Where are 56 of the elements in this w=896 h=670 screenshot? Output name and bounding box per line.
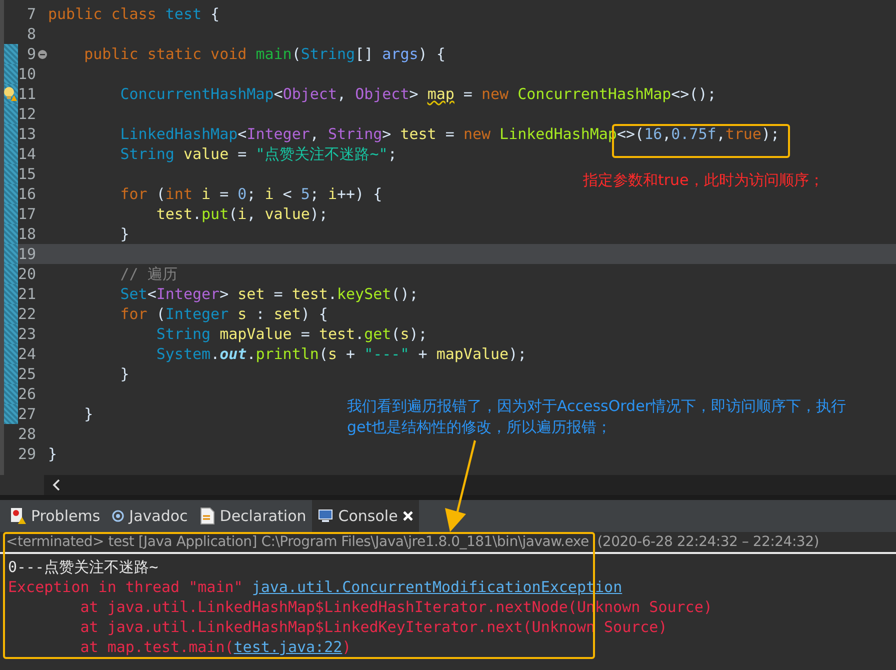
code-line: System.out.println(s + "---" + mapValue); bbox=[155, 346, 527, 362]
at-sign-icon bbox=[112, 510, 124, 522]
document-icon bbox=[200, 507, 215, 525]
line-number: 28 bbox=[18, 425, 36, 443]
code-line: String mapValue = test.get(s); bbox=[155, 326, 428, 342]
line-number: 23 bbox=[18, 325, 36, 343]
code-line: for (int i = 0; i < 5; i++) { bbox=[119, 186, 382, 202]
line-number: 19 bbox=[18, 245, 36, 263]
annotation-text: 指定参数和true，此时为访问顺序； bbox=[583, 171, 824, 190]
code-line: // 遍历 bbox=[119, 266, 178, 282]
line-number: 13 bbox=[18, 125, 36, 143]
problems-icon bbox=[10, 507, 26, 525]
panel-tab[interactable]: Javadoc bbox=[106, 500, 194, 532]
code-line: } bbox=[119, 366, 130, 382]
line-number: 22 bbox=[18, 305, 36, 323]
code-line: for (Integer s : set) { bbox=[119, 306, 328, 322]
line-number: 7 bbox=[26, 5, 36, 23]
line-number: 21 bbox=[18, 285, 36, 303]
line-number: 18 bbox=[18, 225, 36, 243]
panel-tab[interactable]: Console bbox=[312, 500, 419, 532]
console-line: at map.test.main(test.java:22) bbox=[79, 637, 352, 657]
close-icon[interactable] bbox=[402, 511, 413, 521]
line-number: 10 bbox=[18, 65, 36, 83]
annotation-text: 我们看到遍历报错了，因为对于AccessOrder情况下，即访问顺序下，执行get也是结构性的修改，所以遍历报错； bbox=[347, 396, 847, 438]
code-line: ConcurrentHashMap<Object, Object> map = new ConcurrentHashMap<>(); bbox=[119, 86, 716, 102]
line-number: 16 bbox=[18, 185, 36, 203]
line-number: 27 bbox=[18, 405, 36, 423]
line-number: 26 bbox=[18, 385, 36, 403]
line-number: 24 bbox=[18, 345, 36, 363]
line-number: 29 bbox=[18, 445, 36, 463]
line-number: 14 bbox=[18, 145, 36, 163]
line-number: 8 bbox=[26, 25, 36, 43]
scroll-left-icon[interactable] bbox=[52, 479, 60, 491]
panel-tab[interactable]: Declaration bbox=[194, 500, 312, 532]
code-line: } bbox=[48, 446, 58, 462]
console-line: 0---点赞关注不迷路~ bbox=[7, 557, 160, 577]
line-number: 9 bbox=[26, 45, 36, 63]
code-line: } bbox=[83, 406, 94, 422]
line-number: 20 bbox=[18, 265, 36, 283]
line-number: 11 bbox=[18, 85, 36, 103]
code-line: test.put(i, value); bbox=[155, 206, 328, 222]
code-line: public class test { bbox=[48, 6, 220, 22]
console-header: <terminated> test [Java Application] C:\Program Files\Java\jre1.8.0_181\bin\javaw.exe (2020-6-28 22:24:32 – 22:24:32) bbox=[0, 532, 896, 554]
line-number: 12 bbox=[18, 105, 36, 123]
code-line: public static void main(String[] args) { bbox=[83, 46, 446, 62]
collapse-icon[interactable] bbox=[38, 50, 46, 58]
line-number: 25 bbox=[18, 365, 36, 383]
console-line: at java.util.LinkedHashMap$LinkedKeyIterator.next(Unknown Source) bbox=[79, 617, 668, 637]
panel-tab[interactable]: Problems bbox=[4, 500, 106, 532]
code-line: } bbox=[119, 226, 130, 242]
code-line: Set<Integer> set = test.keySet(); bbox=[119, 286, 418, 302]
line-number: 15 bbox=[18, 165, 36, 183]
console-icon bbox=[318, 509, 334, 523]
stack-trace-link[interactable]: test.java:22 bbox=[234, 638, 342, 656]
line-number: 17 bbox=[18, 205, 36, 223]
code-line: String value = "点赞关注不迷路~"; bbox=[119, 146, 397, 162]
